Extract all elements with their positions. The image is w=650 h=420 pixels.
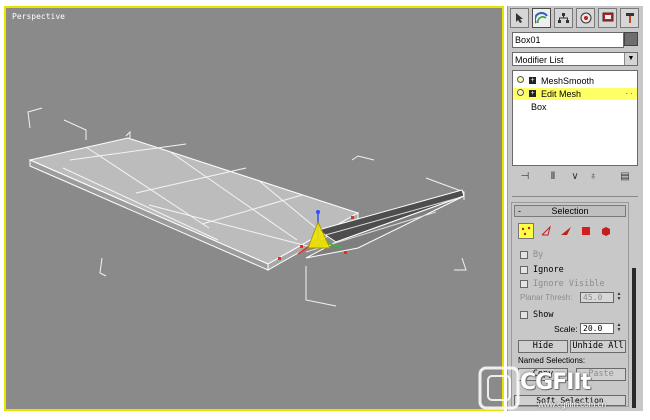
make-unique-icon[interactable]: ∨ (568, 170, 582, 184)
motion-tab[interactable] (576, 8, 595, 28)
motion-icon (580, 12, 591, 24)
modify-tab[interactable] (532, 8, 551, 28)
display-tab[interactable] (598, 8, 617, 28)
watermark-url: www.cgfilm.com.cn (538, 400, 607, 409)
utilities-tab[interactable] (620, 8, 639, 28)
object-color-swatch[interactable] (624, 32, 638, 46)
logo-icon (478, 366, 520, 410)
checkbox-label: Show (533, 310, 554, 320)
planar-thresh-label: Planar Thresh: (520, 293, 573, 302)
display-icon (602, 12, 613, 22)
hammer-icon (625, 13, 634, 23)
lightbulb-icon[interactable] (517, 76, 524, 83)
planar-thresh-spinner[interactable]: 45.0 (580, 292, 614, 303)
rainbow-icon (535, 12, 548, 24)
lightbulb-icon[interactable] (517, 89, 524, 96)
element-level-button[interactable] (598, 223, 614, 239)
collapse-icon: - (518, 206, 521, 216)
rollout-title: Selection (551, 206, 589, 216)
vertex-icon (521, 226, 531, 236)
panel-tabs (510, 8, 640, 30)
unhide-all-button[interactable]: Unhide All (570, 340, 626, 353)
polygon-icon (582, 227, 590, 235)
scene-canvas[interactable] (6, 8, 502, 409)
checkbox[interactable] (520, 266, 528, 274)
stack-item-label: Edit Mesh (541, 89, 582, 99)
max-window: Perspective Box01 Modifier List ▼ + Mesh… (0, 0, 650, 420)
polygon-level-button[interactable] (578, 223, 594, 239)
show-end-icon[interactable]: Ⅱ (546, 170, 560, 184)
divider (512, 196, 638, 197)
modifier-stack: + MeshSmooth + Edit Mesh · · Box (512, 70, 638, 166)
hide-button[interactable]: Hide (518, 340, 568, 353)
watermark-logo: CGFIIt www.cgfilm.com.cn (476, 362, 646, 414)
checkbox[interactable] (520, 280, 528, 288)
selection-rollout-header[interactable]: - Selection (514, 205, 626, 217)
perspective-viewport[interactable]: Perspective (4, 6, 504, 411)
stack-toolbar: ⊣ Ⅱ ∨ ♁ ▤ (512, 170, 638, 186)
subobject-level-buttons (518, 223, 624, 241)
checkbox-label: Ignore (533, 265, 564, 275)
checkbox[interactable] (520, 251, 528, 259)
spinner-arrows-icon[interactable]: ▲ ▼ (616, 323, 622, 334)
object-name-field[interactable]: Box01 (512, 32, 624, 48)
modifier-list-dropdown[interactable]: Modifier List ▼ (512, 52, 638, 66)
vertex-level-button[interactable] (518, 223, 534, 239)
modifier-list-label: Modifier List (515, 55, 564, 65)
stack-item-edit-mesh[interactable]: + Edit Mesh · · (513, 88, 637, 100)
hierarchy-icon (558, 13, 569, 23)
mesh-slab (28, 137, 465, 271)
spinner-arrows-icon[interactable]: ▲ ▼ (616, 292, 622, 303)
stack-item-box[interactable]: Box (513, 101, 637, 113)
face-icon (561, 227, 571, 235)
edge-icon (541, 225, 551, 236)
checkbox-label: By (533, 250, 544, 260)
pin-icon[interactable]: ⊣ (518, 170, 532, 184)
command-panel: Box01 Modifier List ▼ + MeshSmooth + Edi… (507, 6, 643, 411)
subobject-dots-icon: · · (625, 89, 633, 98)
stack-item-label: MeshSmooth (541, 76, 595, 86)
remove-modifier-icon[interactable]: ♁ (586, 170, 600, 184)
cursor-icon (515, 13, 523, 23)
face-level-button[interactable] (558, 223, 574, 239)
checkbox-label: Ignore Visible (533, 279, 605, 289)
edge-level-button[interactable] (538, 223, 554, 239)
expand-icon[interactable]: + (529, 90, 536, 97)
configure-icon[interactable]: ▤ (618, 170, 632, 184)
stack-item-meshsmooth[interactable]: + MeshSmooth (513, 75, 637, 87)
scale-spinner[interactable]: 20.0 (580, 323, 614, 334)
stack-item-label: Box (531, 102, 547, 112)
chevron-down-icon[interactable]: ▼ (624, 53, 637, 65)
expand-icon[interactable]: + (529, 77, 536, 84)
hierarchy-tab[interactable] (554, 8, 573, 28)
checkbox[interactable] (520, 311, 528, 319)
watermark-brand: CGFIIt (520, 370, 591, 395)
scale-label: Scale: (554, 324, 578, 334)
create-tab[interactable] (510, 8, 529, 28)
element-icon (602, 227, 610, 236)
